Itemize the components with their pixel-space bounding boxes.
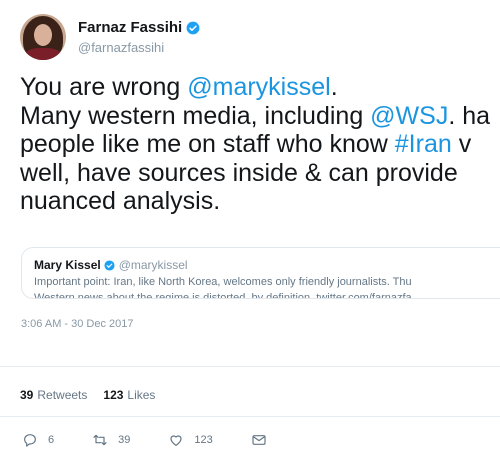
- likes-stat[interactable]: 123 Likes: [103, 388, 155, 402]
- avatar[interactable]: [20, 14, 66, 60]
- quoted-tweet-header: Mary Kissel @marykissel: [34, 258, 500, 272]
- verified-badge-icon: [186, 21, 200, 34]
- retweets-stat-label: Retweets: [37, 388, 88, 402]
- reply-count: 6: [48, 434, 55, 446]
- hashtag-link[interactable]: #Iran: [395, 130, 452, 158]
- likes-stat-count: 123: [103, 388, 124, 402]
- mention-link[interactable]: @WSJ: [370, 102, 448, 130]
- display-name-row: Farnaz Fassihi: [78, 19, 200, 36]
- tweet-text: You are wrong @marykissel. Many western m…: [20, 73, 500, 216]
- retweet-icon: [93, 434, 107, 446]
- tweet-text-line: Many western media, including @WSJ. ha: [20, 102, 500, 131]
- divider-top: [0, 366, 500, 367]
- reply-icon: [24, 434, 36, 447]
- tweet-text-segment: .: [330, 73, 338, 101]
- quoted-author-handle: @marykissel: [118, 258, 188, 272]
- author-display-name[interactable]: Farnaz Fassihi: [78, 19, 182, 36]
- like-button[interactable]: 123: [168, 432, 213, 448]
- quoted-tweet-line-1: Important point: Iran, like North Korea,…: [34, 276, 412, 288]
- tweet-text-line: You are wrong @marykissel.: [20, 73, 500, 102]
- tweet-text-line: well, have sources inside & can provide: [20, 159, 500, 188]
- tweet-text-segment: well, have sources inside & can provide: [20, 158, 458, 187]
- tweet-text-segment: You are wrong: [20, 73, 188, 101]
- quoted-tweet[interactable]: Mary Kissel @marykissel Important point:…: [21, 247, 500, 299]
- tweet-actions: 6 39 123: [22, 432, 315, 448]
- author-handle[interactable]: @farnazfassihi: [78, 40, 200, 55]
- heart-icon: [170, 435, 182, 446]
- quoted-tweet-line-2: Western news about the regime is distort…: [34, 292, 412, 299]
- quoted-author-name: Mary Kissel: [34, 258, 101, 272]
- divider-bottom: [0, 416, 500, 417]
- retweets-stat[interactable]: 39 Retweets: [20, 388, 87, 402]
- tweet-text-segment: nuanced analysis.: [20, 187, 221, 215]
- retweets-stat-count: 39: [20, 388, 34, 402]
- tweet-timestamp[interactable]: 3:06 AM - 30 Dec 2017: [21, 318, 134, 330]
- retweet-button[interactable]: 39: [92, 432, 130, 448]
- reply-button[interactable]: 6: [22, 432, 54, 448]
- retweet-count: 39: [118, 434, 131, 446]
- tweet-text-segment: v: [451, 130, 472, 158]
- tweet-text-segment: Many western media, including: [20, 101, 371, 130]
- mention-link[interactable]: @marykissel: [187, 73, 330, 101]
- avatar-shirt: [24, 48, 62, 60]
- avatar-face: [34, 24, 52, 46]
- tweet-text-line: people like me on staff who know #Iran v: [20, 130, 500, 159]
- tweet-text-line: nuanced analysis.: [20, 187, 500, 216]
- author-names: Farnaz Fassihi @farnazfassihi: [78, 19, 200, 55]
- tweet-text-segment: people like me on staff who know: [20, 130, 395, 158]
- engagement-stats: 39 Retweets 123 Likes: [20, 388, 171, 402]
- likes-stat-label: Likes: [127, 388, 156, 402]
- quoted-verified-badge-icon: [104, 259, 115, 271]
- tweet-text-segment: . ha: [448, 101, 491, 130]
- tweet-header: Farnaz Fassihi @farnazfassihi: [20, 12, 200, 62]
- direct-message-button[interactable]: [251, 432, 277, 448]
- tweet-card: Farnaz Fassihi @farnazfassihi You are wr…: [0, 0, 500, 472]
- envelope-icon: [252, 435, 266, 445]
- like-count: 123: [194, 434, 213, 446]
